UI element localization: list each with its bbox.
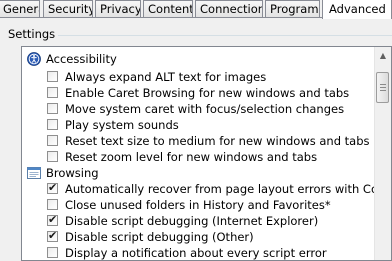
checkbox[interactable] [47, 103, 58, 114]
settings-tree[interactable]: Accessibility Always expand ALT text for… [21, 46, 392, 261]
checkbox[interactable]: ✔ [47, 229, 58, 242]
tab-content[interactable]: Content [143, 0, 193, 17]
browsing-icon [27, 166, 41, 180]
accessibility-icon [27, 52, 41, 66]
tab-advanced[interactable]: Advanced [322, 0, 392, 19]
checkbox[interactable] [47, 87, 58, 98]
grip-line [380, 84, 386, 85]
tab-privacy[interactable]: Privacy [95, 0, 141, 17]
scrollbar-thumb[interactable] [376, 72, 389, 103]
checkbox[interactable]: ✔ [47, 181, 58, 194]
checkbox[interactable] [47, 151, 58, 162]
checkmark-icon: ✔ [48, 181, 58, 194]
tab-strip: General Security Privacy Content Connect… [0, 0, 392, 19]
grip-line [380, 87, 386, 88]
checkmark-icon: ✔ [48, 229, 58, 242]
group-divider [52, 35, 392, 36]
checkbox[interactable] [47, 199, 58, 210]
tab-security[interactable]: Security [43, 0, 93, 17]
tab-connections[interactable]: Connections [195, 0, 263, 17]
scroll-up-arrow-icon[interactable]: ▲ [375, 47, 391, 64]
tab-programs[interactable]: Programs [265, 0, 320, 17]
checkbox[interactable] [47, 135, 58, 146]
setting-label: Reset zoom level for new windows and tab… [65, 150, 318, 164]
grip-line [380, 90, 386, 91]
settings-group-label: Settings [8, 27, 59, 41]
checkbox[interactable] [47, 119, 58, 130]
checkbox[interactable] [47, 71, 58, 82]
checkbox[interactable]: ✔ [47, 213, 58, 226]
vertical-scrollbar[interactable]: ▲ [374, 47, 391, 260]
category-label: Accessibility [46, 52, 117, 66]
checkmark-icon: ✔ [48, 213, 58, 226]
tab-general[interactable]: General [0, 0, 40, 17]
